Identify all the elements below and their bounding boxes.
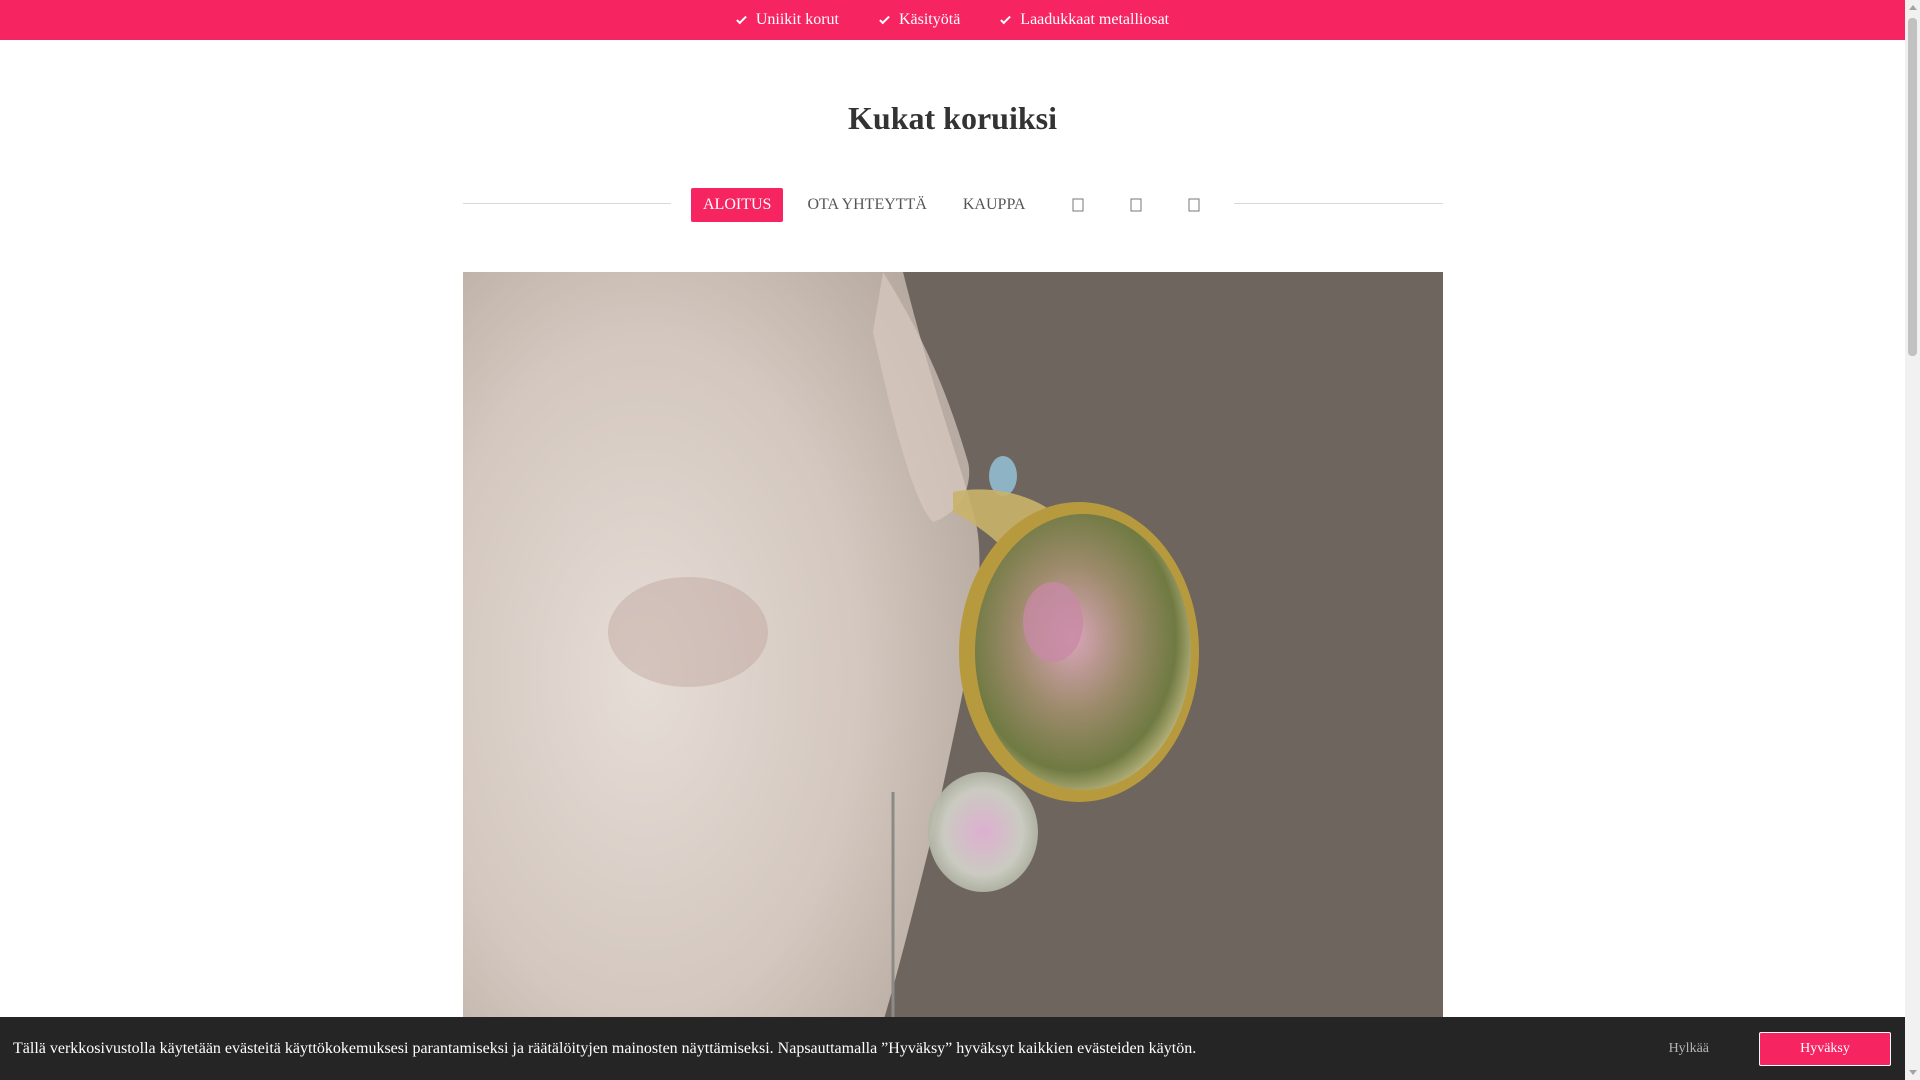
nav-item-home[interactable]: ALOITUS [691, 188, 784, 222]
page: Uniikit korut Käsityötä Laadukkaat metal… [0, 0, 1905, 1080]
nav-divider-right [1234, 203, 1443, 204]
check-icon [736, 14, 746, 26]
usp-label: Laadukkaat metalliosat [1020, 11, 1170, 28]
scroll-down-arrow-icon[interactable] [1909, 1070, 1917, 1075]
cookie-accept-button[interactable]: Hyväksy [1759, 1031, 1891, 1066]
cookie-banner: Tällä verkkosivustolla käytetään evästei… [0, 1017, 1905, 1080]
usp-label: Uniikit korut [755, 11, 839, 28]
scroll-up-arrow-icon[interactable] [1909, 5, 1917, 10]
usp-item-handmade[interactable]: Käsityötä [879, 11, 960, 29]
usp-item-quality[interactable]: Laadukkaat metalliosat [1000, 11, 1169, 29]
scroll-thumb[interactable] [1908, 18, 1917, 356]
search-icon[interactable] [1061, 188, 1095, 222]
check-icon [879, 14, 889, 26]
usp-item-unique[interactable]: Uniikit korut [736, 11, 839, 29]
user-icon[interactable] [1119, 188, 1153, 222]
nav-item-shop[interactable]: KAUPPA [951, 188, 1038, 222]
cart-icon[interactable] [1177, 188, 1211, 222]
check-icon [1000, 14, 1010, 26]
hero-image [463, 272, 1443, 1080]
nav-item-contact[interactable]: OTA YHTEYTTÄ [795, 188, 938, 222]
page-scrollbar[interactable] [1905, 0, 1920, 1080]
cookie-decline-button[interactable]: Hylkää [1669, 1041, 1709, 1057]
usp-label: Käsityötä [898, 11, 961, 28]
cookie-message: Tällä verkkosivustolla käytetään evästei… [13, 1039, 1197, 1057]
hero-photo [463, 272, 1443, 1080]
nav-divider-left [463, 203, 671, 204]
top-usp-bar: Uniikit korut Käsityötä Laadukkaat metal… [0, 0, 1905, 40]
site-title[interactable]: Kukat koruiksi [0, 100, 1905, 137]
main-nav: ALOITUS OTA YHTEYTTÄ KAUPPA [691, 188, 1223, 222]
